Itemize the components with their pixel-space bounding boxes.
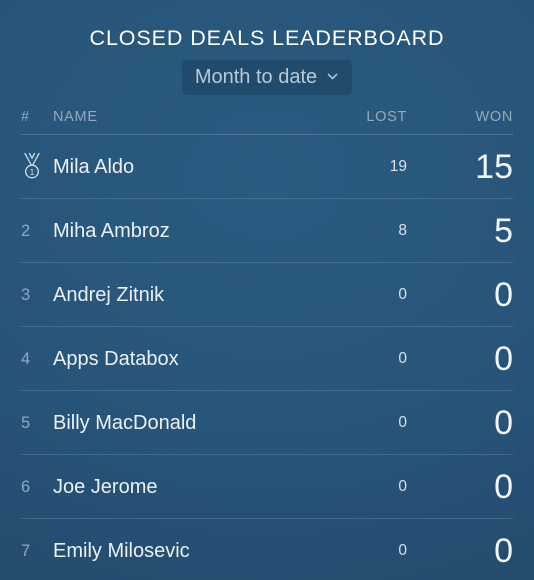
row-rank: 2 xyxy=(21,221,31,240)
table-row[interactable]: 7 Emily Milosevic 0 0 xyxy=(21,519,513,580)
table-body: 1 Mila Aldo 19 15 2 Miha Ambroz 8 5 3 Andrej Zitn… xyxy=(21,135,513,580)
chevron-down-icon xyxy=(326,70,339,83)
svg-text:1: 1 xyxy=(30,167,35,177)
column-header-lost: LOST xyxy=(366,109,407,125)
row-won-value: 0 xyxy=(494,532,513,570)
row-name: Miha Ambroz xyxy=(53,219,170,242)
row-name: Mila Aldo xyxy=(53,155,135,178)
row-rank: 7 xyxy=(21,542,31,560)
row-won-value: 0 xyxy=(494,403,513,442)
table-row[interactable]: 1 Mila Aldo 19 15 xyxy=(21,135,513,199)
page-title: CLOSED DEALS LEADERBOARD xyxy=(89,26,445,50)
table-row[interactable]: 2 Miha Ambroz 8 5 xyxy=(21,199,513,263)
leaderboard-widget: CLOSED DEALS LEADERBOARD Month to date #… xyxy=(0,0,534,580)
row-lost-value: 0 xyxy=(398,477,407,495)
table-row[interactable]: 4 Apps Databox 0 0 xyxy=(21,327,513,391)
row-lost-value: 0 xyxy=(398,285,407,303)
row-name: Emily Milosevic xyxy=(53,540,190,562)
medal-icon: 1 xyxy=(21,152,43,180)
table-row[interactable]: 5 Billy MacDonald 0 0 xyxy=(21,391,513,455)
row-won-value: 0 xyxy=(494,467,513,506)
row-lost-value: 0 xyxy=(398,413,407,431)
table-row[interactable]: 6 Joe Jerome 0 0 xyxy=(21,455,513,519)
row-won-value: 5 xyxy=(494,211,513,250)
row-lost-value: 0 xyxy=(398,542,407,559)
row-won-value: 0 xyxy=(494,339,513,378)
row-lost-value: 19 xyxy=(389,157,407,175)
leaderboard-table: # NAME LOST WON 1 Mila Aldo 19 15 2 Miha Ambr… xyxy=(0,109,534,580)
row-rank: 1 xyxy=(21,150,53,183)
table-header-row: # NAME LOST WON xyxy=(21,109,513,135)
period-selector[interactable]: Month to date xyxy=(181,60,353,95)
period-selector-wrap: Month to date xyxy=(0,60,534,95)
row-won-value: 0 xyxy=(494,275,513,314)
row-name: Billy MacDonald xyxy=(53,411,197,434)
period-selector-label: Month to date xyxy=(194,66,318,88)
row-won-value: 15 xyxy=(475,147,513,186)
row-lost-value: 8 xyxy=(398,221,407,239)
row-name: Andrej Zitnik xyxy=(53,283,165,306)
column-header-name: NAME xyxy=(53,109,98,125)
column-header-won: WON xyxy=(475,109,513,125)
column-header-rank: # xyxy=(21,109,30,125)
row-rank: 3 xyxy=(21,285,31,304)
row-lost-value: 0 xyxy=(398,349,407,367)
row-name: Joe Jerome xyxy=(53,475,158,498)
row-name: Apps Databox xyxy=(53,347,179,370)
row-rank: 4 xyxy=(21,349,31,368)
row-rank: 6 xyxy=(21,477,31,496)
row-rank: 5 xyxy=(21,413,31,432)
table-row[interactable]: 3 Andrej Zitnik 0 0 xyxy=(21,263,513,327)
